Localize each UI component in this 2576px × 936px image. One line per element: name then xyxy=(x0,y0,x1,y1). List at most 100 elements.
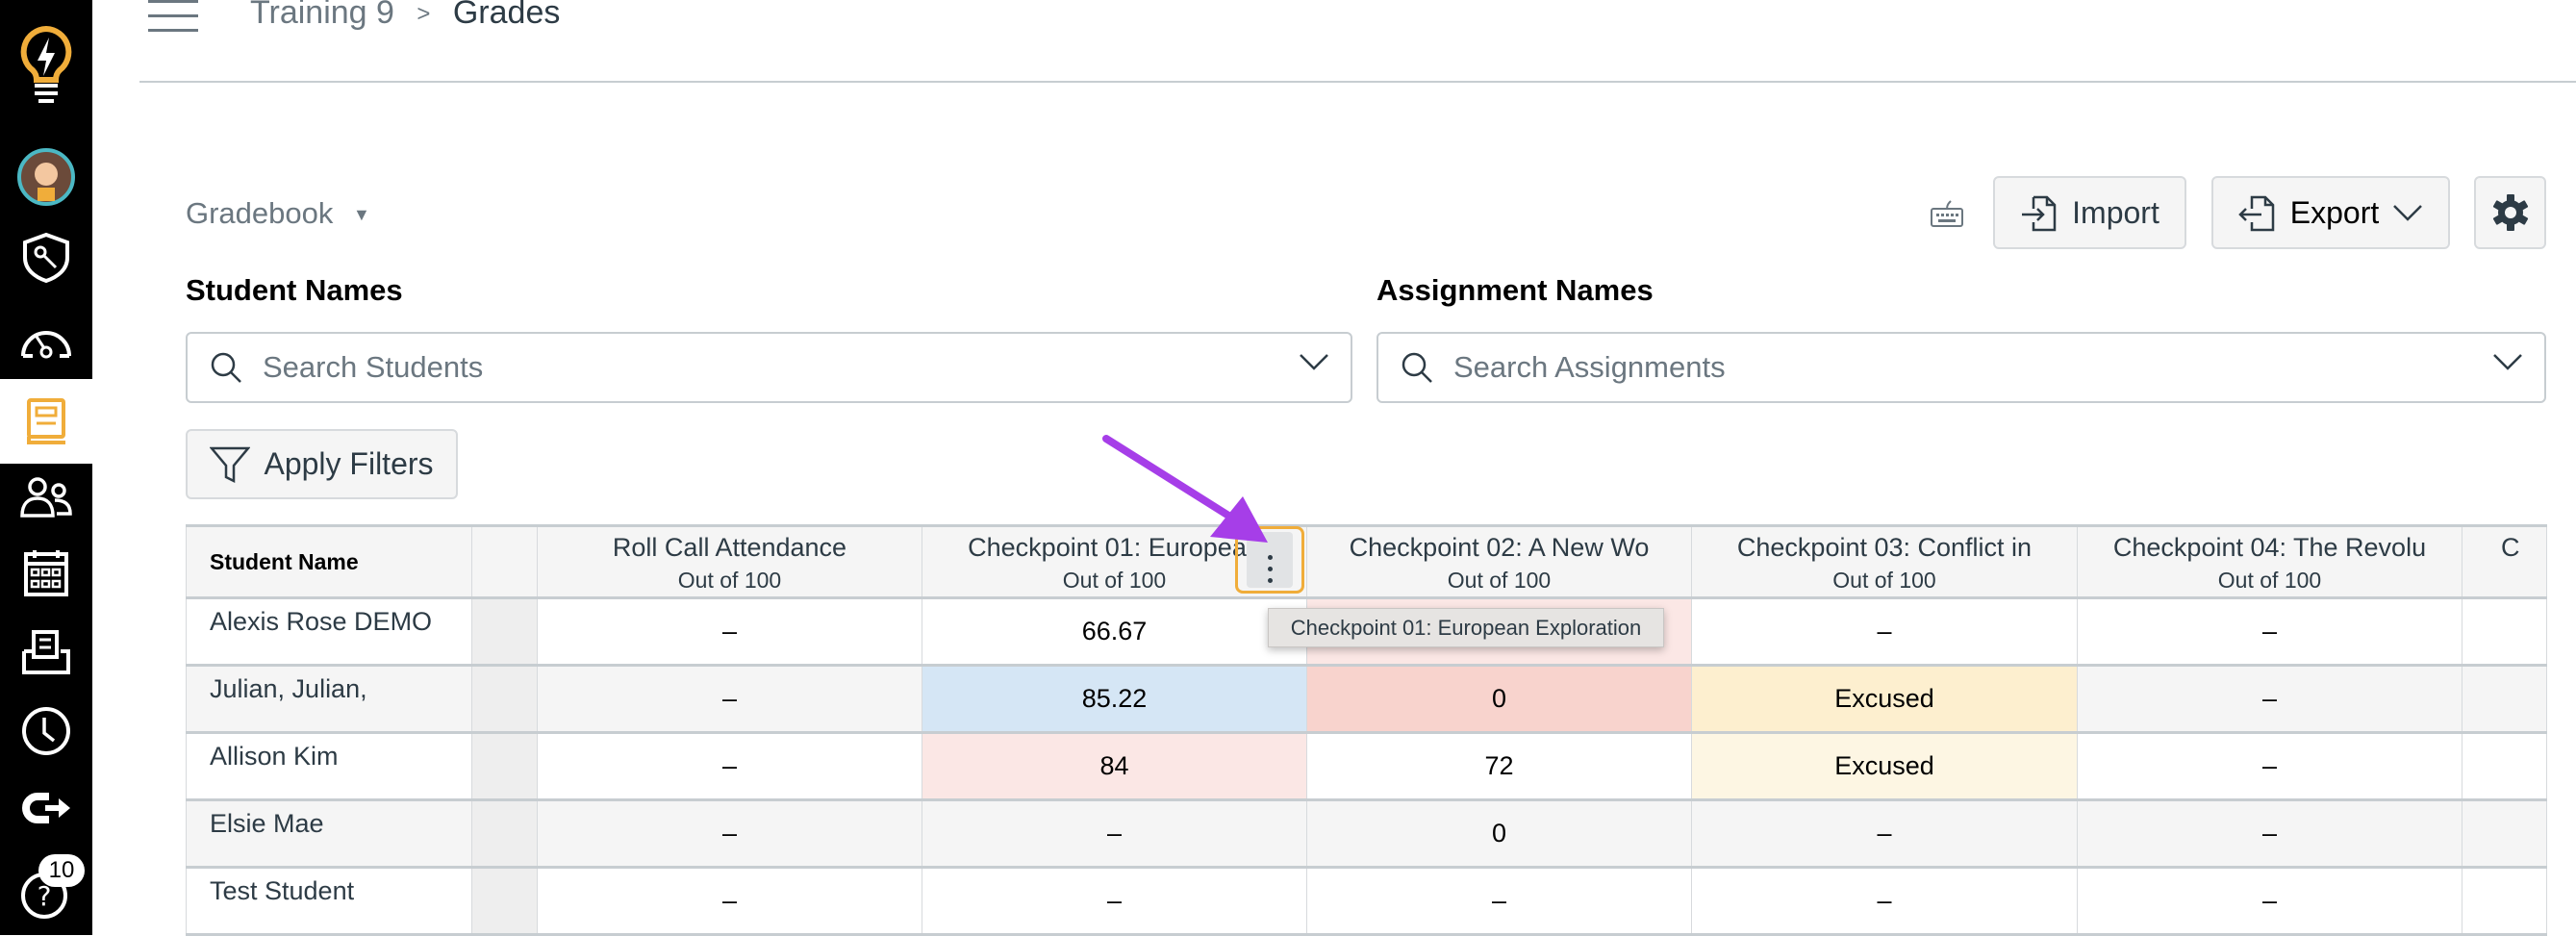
gear-icon xyxy=(2492,194,2528,231)
student-name-link[interactable]: Alexis Rose DEMO xyxy=(186,596,472,667)
student-name-header[interactable]: Student Name xyxy=(186,524,472,599)
student-name-link[interactable]: Test Student xyxy=(186,866,472,936)
assignment-column-header[interactable]: Roll Call Attendance Out of 100 xyxy=(537,524,922,599)
grade-cell[interactable]: 66.67 xyxy=(922,596,1307,667)
assignment-column-header[interactable]: Checkpoint 03: Conflict in Out of 100 xyxy=(1691,524,2078,599)
student-name-link[interactable]: Julian, Julian, xyxy=(186,664,472,734)
grade-cell[interactable]: – xyxy=(1691,798,2078,869)
grade-cell[interactable]: 0 xyxy=(1306,664,1692,734)
grade-cell[interactable]: – xyxy=(2077,596,2462,667)
search-assignments-placeholder: Search Assignments xyxy=(1453,350,1726,384)
export-button[interactable]: Export xyxy=(2211,176,2450,249)
grade-cell[interactable]: – xyxy=(537,731,922,801)
inbox-icon[interactable] xyxy=(0,614,92,691)
account-avatar[interactable] xyxy=(0,139,92,215)
grade-cell[interactable]: – xyxy=(1306,866,1692,936)
grade-cell[interactable] xyxy=(2462,596,2547,667)
assignment-column-header[interactable]: C xyxy=(2462,524,2547,599)
grade-cell[interactable]: – xyxy=(2077,731,2462,801)
column-tooltip: Checkpoint 01: European Exploration xyxy=(1268,608,1664,647)
grade-cell[interactable]: – xyxy=(1691,866,2078,936)
gradebook-grid: Student Name Roll Call Attendance Out of … xyxy=(186,524,2547,936)
search-assignments-input[interactable]: Search Assignments xyxy=(1376,332,2546,403)
chevron-down-icon xyxy=(1300,354,1328,370)
export-label: Export xyxy=(2289,194,2380,230)
filter-icon xyxy=(210,446,251,483)
gradebook-menu[interactable]: Gradebook ▼ xyxy=(186,196,370,231)
student-row: Elsie Mae – –0– – xyxy=(186,798,2547,869)
column-title: Checkpoint 02: A New Wo xyxy=(1349,533,1650,562)
breadcrumb: Training 9 > Grades xyxy=(250,0,560,32)
keyboard-shortcuts-icon[interactable] xyxy=(1930,197,1964,233)
search-students-input[interactable]: Search Students xyxy=(186,332,1352,403)
search-students-placeholder: Search Students xyxy=(263,350,484,384)
history-icon[interactable] xyxy=(0,693,92,770)
column-points: Out of 100 xyxy=(677,568,782,593)
column-title: Checkpoint 03: Conflict in xyxy=(1736,533,2033,562)
grade-cell[interactable]: – xyxy=(537,798,922,869)
search-icon xyxy=(211,352,241,383)
grade-cell[interactable]: – xyxy=(922,798,1307,869)
secondary-info-cell xyxy=(471,798,538,869)
secondary-info-cell xyxy=(471,866,538,936)
grade-cell[interactable]: – xyxy=(537,596,922,667)
grade-cell[interactable]: 84 xyxy=(922,731,1307,801)
grade-cell[interactable]: – xyxy=(537,866,922,936)
admin-icon[interactable] xyxy=(0,219,92,296)
help-icon[interactable]: ? 10 xyxy=(0,848,92,935)
grade-cell[interactable]: – xyxy=(922,866,1307,936)
column-points: Out of 100 xyxy=(1832,568,1936,593)
grade-cell[interactable] xyxy=(2462,798,2547,869)
dashboard-icon[interactable] xyxy=(0,302,92,379)
grade-cell[interactable] xyxy=(2462,664,2547,734)
grade-cell[interactable]: – xyxy=(2077,664,2462,734)
settings-button[interactable] xyxy=(2474,176,2546,249)
hamburger-menu-button[interactable] xyxy=(148,0,198,33)
student-name-link[interactable]: Allison Kim xyxy=(186,731,472,801)
import-icon xyxy=(2022,195,2057,232)
grade-cell[interactable]: 85.22 xyxy=(922,664,1307,734)
commons-icon[interactable] xyxy=(0,770,92,847)
breadcrumb-course[interactable]: Training 9 xyxy=(250,0,394,31)
grade-cell[interactable]: Excused xyxy=(1691,731,2078,801)
search-icon xyxy=(1402,352,1432,383)
column-points: Out of 100 xyxy=(2217,568,2322,593)
groups-icon[interactable] xyxy=(0,458,92,535)
apply-filters-button[interactable]: Apply Filters xyxy=(186,429,458,499)
column-title: Roll Call Attendance xyxy=(612,533,847,562)
grade-cell[interactable] xyxy=(2462,731,2547,801)
global-nav: ? 10 xyxy=(0,0,92,935)
logo-icon[interactable] xyxy=(0,19,92,115)
import-button[interactable]: Import xyxy=(1993,176,2186,249)
assignment-column-header[interactable]: Checkpoint 04: The Revolu Out of 100 xyxy=(2077,524,2462,599)
student-row: Julian, Julian, –85.22 0 Excused – xyxy=(186,664,2547,734)
courses-icon[interactable] xyxy=(0,379,92,464)
grade-cell[interactable]: – xyxy=(2077,798,2462,869)
chevron-down-icon xyxy=(2393,205,2423,221)
grade-cell[interactable]: 72 xyxy=(1306,731,1692,801)
secondary-info-cell xyxy=(471,664,538,734)
student-row: Allison Kim –84 72 Excused – xyxy=(186,731,2547,801)
grade-cell[interactable]: – xyxy=(537,664,922,734)
caret-down-icon: ▼ xyxy=(353,205,370,225)
calendar-icon[interactable] xyxy=(0,535,92,612)
secondary-info-cell xyxy=(471,731,538,801)
breadcrumb-current: Grades xyxy=(452,0,561,31)
student-name-link[interactable]: Elsie Mae xyxy=(186,798,472,869)
assignment-column-header[interactable]: Checkpoint 02: A New Wo Out of 100 xyxy=(1306,524,1692,599)
grade-cell[interactable] xyxy=(2462,866,2547,936)
apply-filters-label: Apply Filters xyxy=(264,446,434,481)
grade-cell[interactable]: Excused xyxy=(1691,664,2078,734)
chevron-down-icon xyxy=(2493,354,2522,370)
column-title: Checkpoint 04: The Revolu xyxy=(2112,533,2427,562)
annotation-arrow xyxy=(1102,435,1268,543)
export-icon xyxy=(2237,195,2274,232)
import-label: Import xyxy=(2072,194,2159,230)
assignment-names-label: Assignment Names xyxy=(1376,273,1654,307)
breadcrumb-separator-icon: > xyxy=(417,1,431,28)
grade-cell[interactable]: – xyxy=(1691,596,2078,667)
grade-cell[interactable]: 0 xyxy=(1306,798,1692,869)
grade-cell[interactable]: – xyxy=(2077,866,2462,936)
help-badge: 10 xyxy=(38,854,85,887)
gradebook-label: Gradebook xyxy=(186,196,334,230)
